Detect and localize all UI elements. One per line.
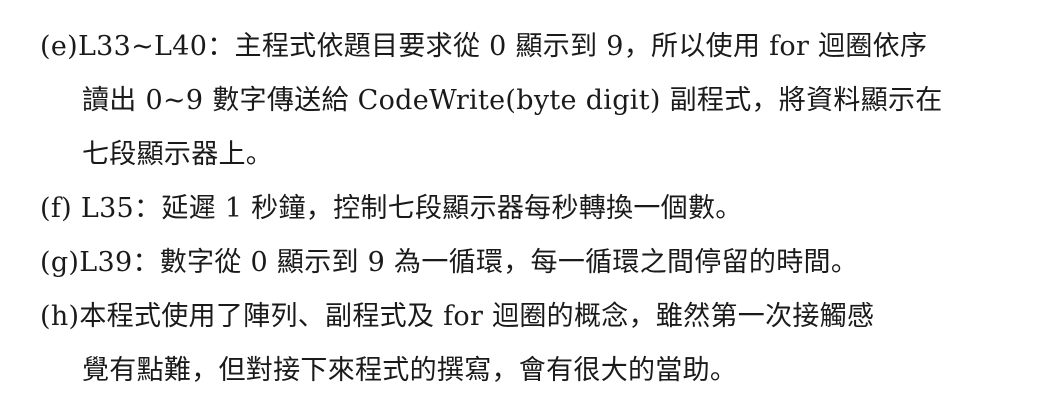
item-f-text-1: L35：延遲 1 秒鐘，控制七段顯示器每秒轉換一個數。 (71, 193, 743, 224)
item-h-text-2: 覺有點難，但對接下來程式的撰寫，會有很大的當助。 (82, 355, 738, 386)
item-e-text-1: L33~L40：主程式依題目要求從 0 顯示到 9，所以使用 for 迴圈依序 (77, 31, 928, 62)
item-g-marker: (g) (40, 247, 80, 278)
item-g-line-1: (g)L39：數字從 0 顯示到 9 為一循環，每一循環之間停留的時間。 (40, 236, 1020, 290)
item-f-marker: (f) (40, 193, 72, 224)
item-g-text-1: L39：數字從 0 顯示到 9 為一循環，每一循環之間停留的時間。 (79, 247, 859, 278)
item-e-marker: (e) (40, 31, 78, 62)
item-h-text-1: 本程式使用了陣列、副程式及 for 迴圈的概念，雖然第一次接觸感 (79, 301, 875, 332)
item-e-text-3: 七段顯示器上。 (82, 139, 274, 170)
item-h-line-2: 覺有點難，但對接下來程式的撰寫，會有很大的當助。 (40, 344, 1020, 398)
item-h-marker: (h) (40, 301, 80, 332)
item-f-line-1: (f) L35：延遲 1 秒鐘，控制七段顯示器每秒轉換一個數。 (40, 182, 1020, 236)
document-page: (e)L33~L40：主程式依題目要求從 0 顯示到 9，所以使用 for 迴圈… (0, 0, 1040, 410)
item-e-text-2: 讀出 0~9 數字傳送給 CodeWrite(byte digit) 副程式，將… (82, 85, 943, 116)
item-e-line-1: (e)L33~L40：主程式依題目要求從 0 顯示到 9，所以使用 for 迴圈… (40, 20, 1020, 74)
item-e-line-2: 讀出 0~9 數字傳送給 CodeWrite(byte digit) 副程式，將… (40, 74, 1020, 128)
item-h-line-1: (h)本程式使用了陣列、副程式及 for 迴圈的概念，雖然第一次接觸感 (40, 290, 1020, 344)
item-e-line-3: 七段顯示器上。 (40, 128, 1020, 182)
